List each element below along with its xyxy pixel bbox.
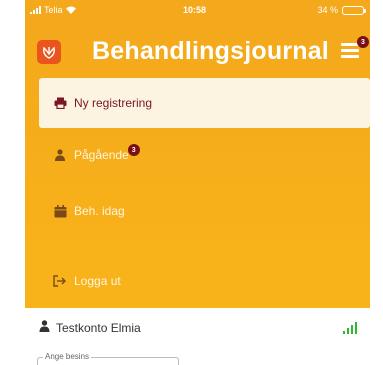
menu-item-label: Pågående [74,148,129,162]
menu-item-label: Logga ut [74,274,121,288]
page-title: Behandlingsjournal [92,37,329,65]
input-field[interactable]: Ange besins [37,352,179,365]
menu-item-beh-idag[interactable]: Beh. idag [39,186,370,236]
user-icon [39,319,50,337]
carrier-name: Telia [44,5,63,15]
wifi-icon [65,6,76,14]
account-info: Testkonto Elmia [39,319,141,337]
cellular-signal-icon [30,6,41,14]
menu-item-label: Beh. idag [74,204,125,218]
carrier-group: Telia [30,5,76,15]
person-icon [53,148,67,162]
battery-percent: 34 % [317,5,338,15]
menu-item-pagaende[interactable]: Pågående 3 [39,130,370,180]
menu-item-logga-ut[interactable]: Logga ut [39,256,370,306]
input-field-legend: Ange besins [43,352,92,361]
menu-item-ny-registrering[interactable]: Ny registrering [39,78,370,128]
app-logo [37,40,61,64]
menu-item-label: Ny registrering [74,96,153,110]
account-name: Testkonto Elmia [56,321,141,335]
battery-icon [342,5,366,15]
hamburger-menu-icon[interactable] [341,43,359,58]
app-screen: Telia 10:58 34 % Behandlingsjournal 3 Ny… [25,0,370,365]
calendar-icon [53,204,67,218]
printer-icon [53,96,67,110]
status-bar: Telia 10:58 34 % [25,0,370,24]
status-time: 10:58 [183,5,207,15]
app-header: Behandlingsjournal 3 [25,26,370,74]
menu-notification-badge: 3 [357,36,369,48]
account-panel: Testkonto Elmia Ange besins [25,308,370,365]
battery-group: 34 % [317,5,366,15]
logout-icon [53,274,67,288]
pagaende-count-badge: 3 [127,144,140,156]
signal-bars-icon [343,322,357,334]
